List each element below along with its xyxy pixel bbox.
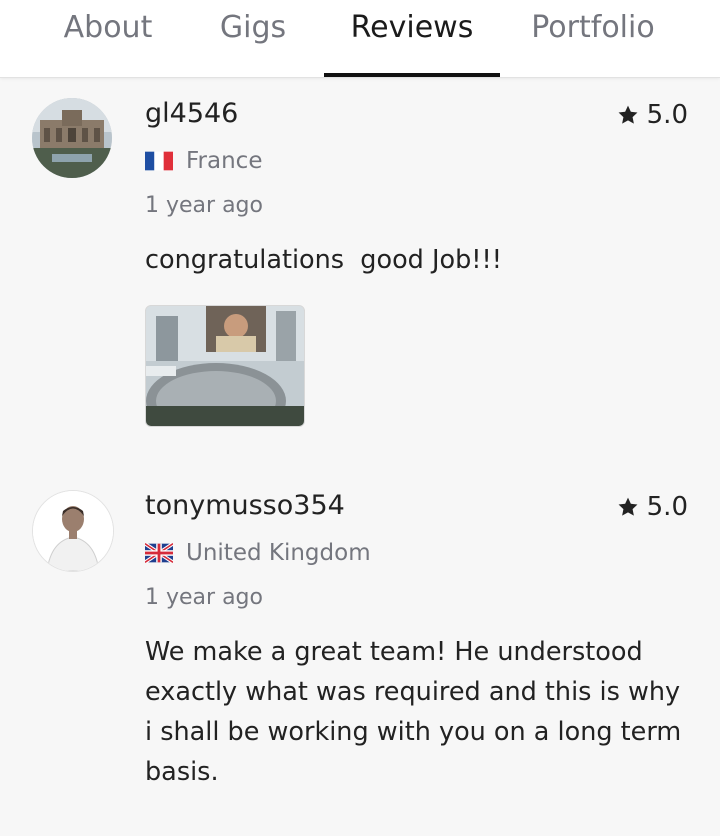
avatar-photo-person [33,491,113,571]
review-rating: 5.0 [617,492,688,522]
star-icon [618,105,638,124]
country-name: United Kingdom [186,540,371,566]
country-name: France [186,148,263,174]
review-comment: congratulations good Job!!! [145,245,502,275]
reviewer-username[interactable]: gl4546 [145,98,238,129]
review-card: tonymusso354 5.0 United Kingdom 1 year a… [0,470,720,836]
reviewer-avatar[interactable] [32,490,114,572]
review-card: gl4546 5.0 France 1 year ago congratulat… [0,78,720,468]
review-time: 1 year ago [145,193,263,218]
tab-gigs-label: Gigs [219,10,287,45]
reviewer-username[interactable]: tonymusso354 [145,490,345,521]
tab-about-label: About [63,10,153,45]
reviewer-avatar[interactable] [32,98,112,178]
star-icon [618,497,638,516]
tab-portfolio-label: Portfolio [531,10,655,45]
uk-flag-icon [145,543,173,563]
attachment-image [146,306,304,426]
review-time: 1 year ago [145,585,263,610]
tab-gigs[interactable]: Gigs [196,0,310,77]
france-flag-icon [145,151,173,171]
review-rating: 5.0 [617,100,688,130]
rating-value: 5.0 [646,492,688,522]
profile-tab-bar: About Gigs Reviews Portfolio [0,0,720,78]
tab-reviews-label: Reviews [350,10,474,45]
avatar-photo-building [32,98,112,178]
tab-about[interactable]: About [40,0,176,77]
active-tab-indicator [324,73,500,77]
reviewer-country: United Kingdom [145,540,371,566]
review-attachment-thumbnail[interactable] [145,305,305,427]
rating-value: 5.0 [646,100,688,130]
reviewer-country: France [145,148,262,174]
tab-reviews[interactable]: Reviews [324,0,500,77]
tab-portfolio[interactable]: Portfolio [514,0,672,77]
review-comment: We make a great team! He understood exac… [145,637,690,787]
